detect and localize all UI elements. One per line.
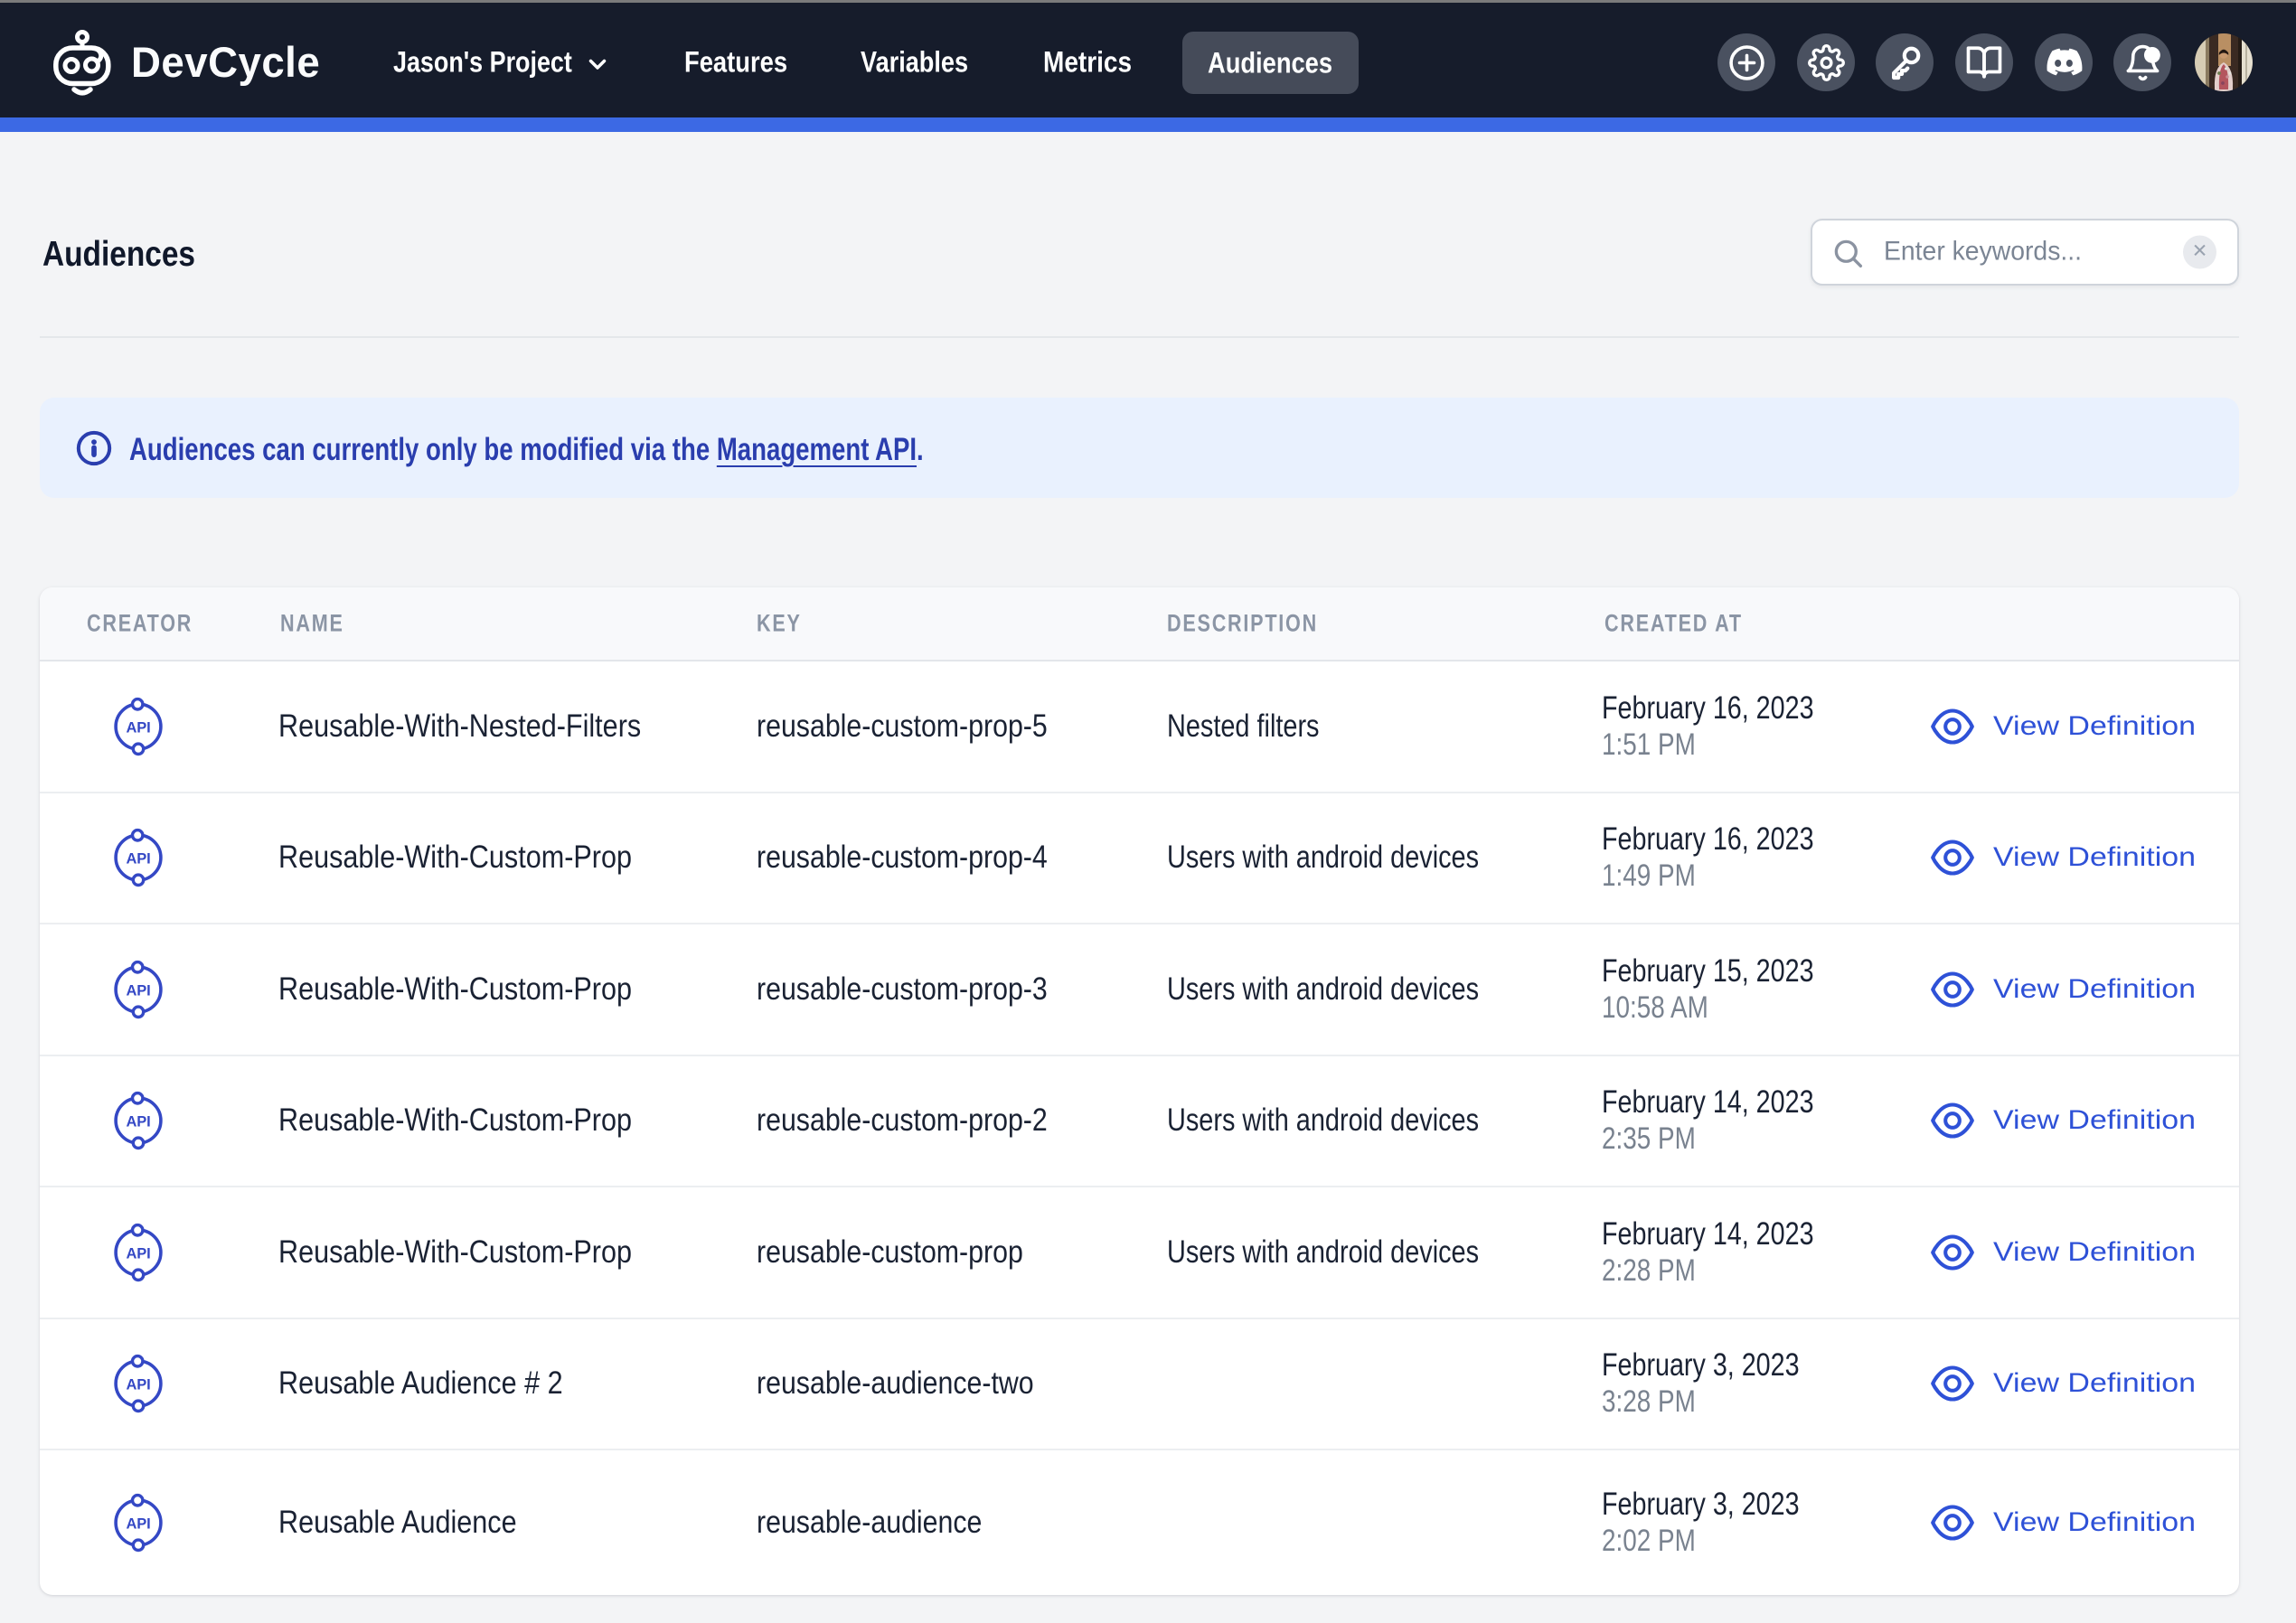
svg-text:API: API (127, 719, 151, 736)
svg-text:API: API (127, 1516, 151, 1533)
svg-text:API: API (127, 1245, 151, 1262)
svg-text:API: API (127, 1377, 151, 1393)
svg-text:API: API (127, 851, 151, 868)
svg-text:API: API (127, 1114, 151, 1130)
svg-text:API: API (127, 982, 151, 999)
